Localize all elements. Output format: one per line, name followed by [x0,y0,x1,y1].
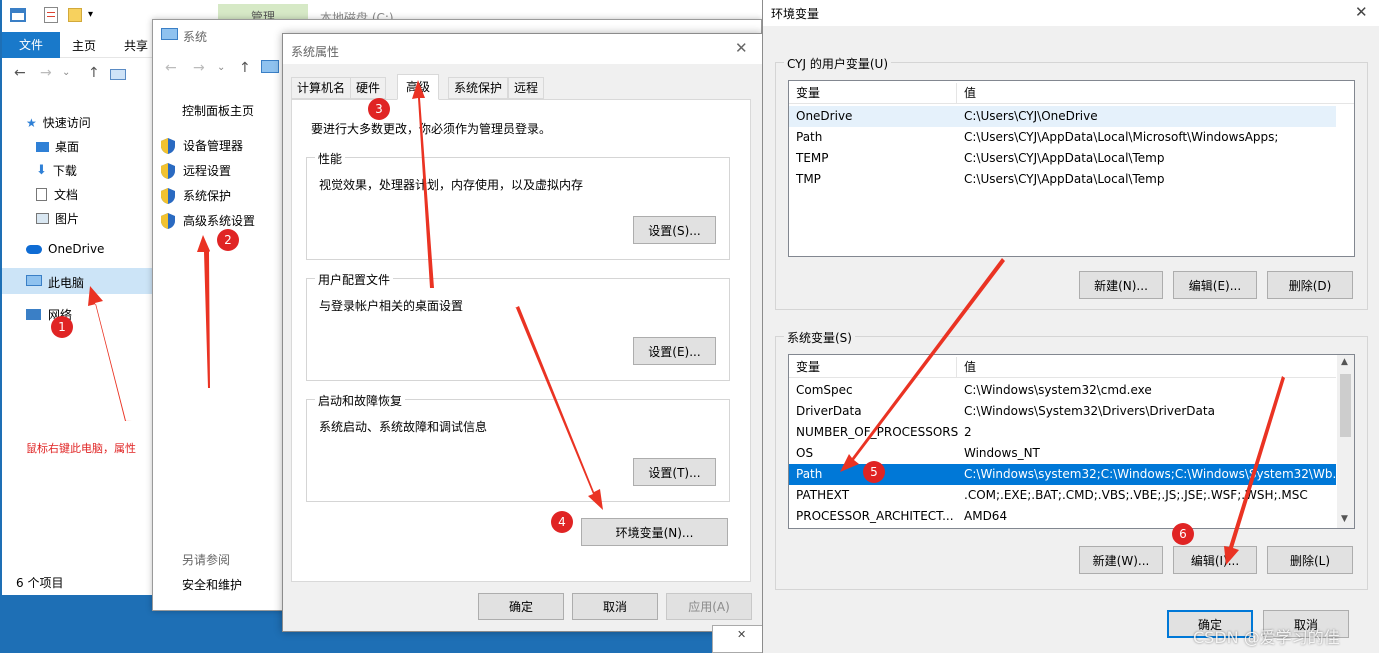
watermark: CSDN @爱学习的佳 [1193,628,1340,647]
step-badge-2: 2 [217,229,239,251]
annotation-arrow [88,286,132,421]
step-badge-5: 5 [863,461,885,483]
annotation-arrow [840,258,1005,472]
annotation-arrow [197,235,212,388]
step-badge-6: 6 [1172,523,1194,545]
annotation-arrow [515,306,603,510]
step-badge-3: 3 [368,98,390,120]
annotation-arrow [1224,376,1285,565]
step-badge-4: 4 [551,511,573,533]
step-badge-1: 1 [51,316,73,338]
annotation-arrows [88,80,1285,565]
annotation-arrow [412,80,434,288]
